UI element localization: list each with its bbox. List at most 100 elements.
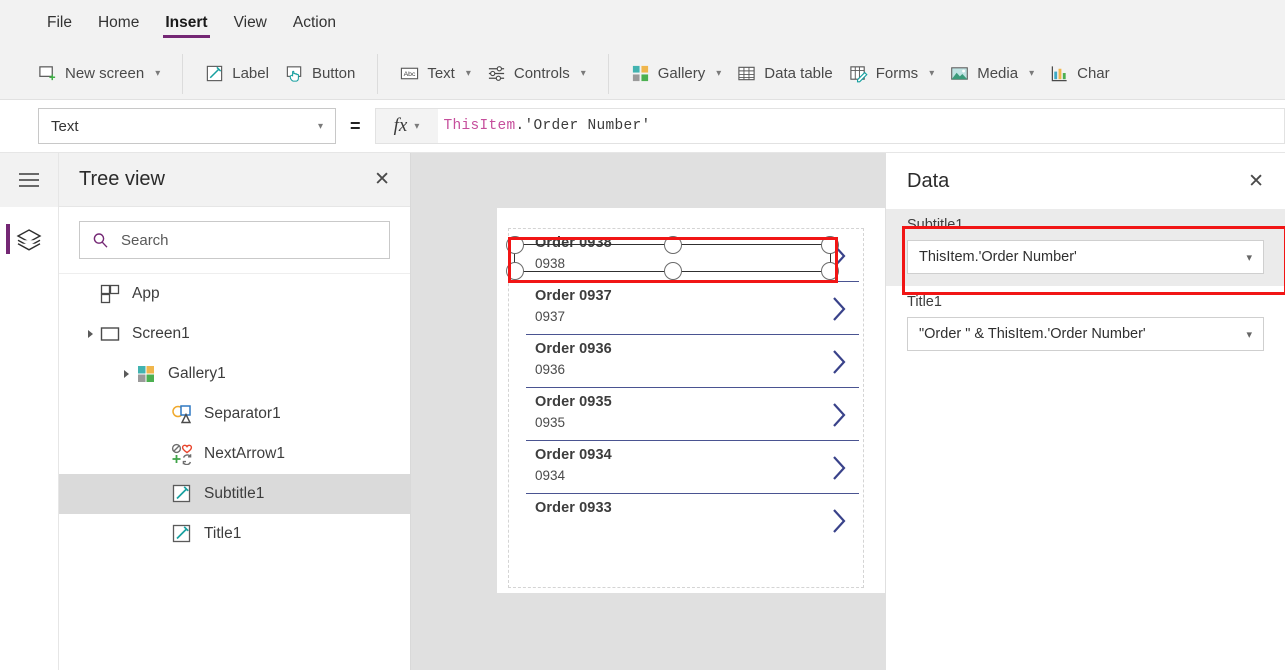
close-icon[interactable]: ✕ [374,170,390,189]
gallery-item-title: Order 0935 [535,394,863,410]
search-input[interactable]: Search [79,221,390,259]
controls-button[interactable]: Controls ▾ [479,59,594,88]
new-screen-button[interactable]: New screen ▾ [30,59,168,88]
gallery-item-title: Order 0934 [535,447,863,463]
fx-button[interactable]: fx ▾ [375,108,438,144]
chevron-down-icon: ▾ [1246,251,1252,264]
resize-handle-bottom-left[interactable] [506,262,524,280]
resize-handle-top-right[interactable] [821,236,839,254]
tree-node-title1[interactable]: Title1 [59,514,410,554]
menu-item-action[interactable]: Action [280,0,349,39]
label-button[interactable]: Label [197,59,277,88]
gallery-label: Gallery [658,65,706,82]
data-field-select[interactable]: "Order " & ThisItem.'Order Number' ▾ [907,317,1264,351]
forms-icon [849,64,868,83]
twisty-expanded-icon[interactable] [117,370,135,378]
data-field-title1: Title1 "Order " & ThisItem.'Order Number… [886,286,1285,363]
tree-node-screen1[interactable]: Screen1 [59,314,410,354]
next-arrow-icon[interactable] [831,455,848,481]
menu-item-home[interactable]: Home [85,0,152,39]
search-placeholder: Search [121,232,169,249]
data-table-label: Data table [764,65,832,82]
text-button[interactable]: Abc Text ▾ [392,59,479,88]
data-field-value: ThisItem.'Order Number' [919,249,1077,265]
fx-icon: fx [394,115,408,137]
next-arrow-icon[interactable] [831,402,848,428]
gallery-item-title: Order 0937 [535,288,863,304]
charts-icon [1050,64,1069,83]
media-button[interactable]: Media ▾ [942,59,1042,88]
gallery-item[interactable]: Order 0937 0937 [509,282,863,334]
chevron-down-icon: ▾ [155,68,160,79]
tree-node-nextarrow1[interactable]: NextArrow1 [59,434,410,474]
charts-button[interactable]: Char [1042,59,1118,88]
gallery-item[interactable]: Order 0934 0934 [509,441,863,493]
gallery-button[interactable]: Gallery ▾ [623,59,730,88]
button-button[interactable]: Button [277,59,363,88]
chevron-down-icon: ▾ [716,68,721,79]
shapes-icon [171,403,193,425]
tree-node-app[interactable]: App [59,274,410,314]
menu-item-file[interactable]: File [34,0,85,39]
close-icon[interactable]: ✕ [1248,172,1264,191]
data-field-label: Subtitle1 [907,217,1264,233]
resize-handle-top-center[interactable] [664,236,682,254]
tree-node-separator1[interactable]: Separator1 [59,394,410,434]
chevron-down-icon: ▾ [414,121,419,132]
app-screen[interactable]: Order 0938 0938 Order 0937 0937 Or [497,208,885,593]
gallery-item-title: Order 0936 [535,341,863,357]
data-field-select[interactable]: ThisItem.'Order Number' ▾ [907,240,1264,274]
gallery-item[interactable]: Order 0933 [509,494,863,546]
ribbon-group-data: Gallery ▾ Data table Forms ▾ [609,54,1132,94]
chevron-down-icon: ▾ [1246,328,1252,341]
next-arrow-icon[interactable] [831,508,848,534]
label-tree-icon [171,483,193,505]
canvas-area[interactable]: Order 0938 0938 Order 0937 0937 Or [411,153,885,670]
property-select-value: Text [51,118,79,135]
equals-sign: = [350,116,361,137]
controls-icon [487,64,506,83]
control-selection-box [514,244,831,272]
svg-text:Abc: Abc [404,71,416,78]
tree-node-subtitle1[interactable]: Subtitle1 [59,474,410,514]
label-icon [205,64,224,83]
data-table-button[interactable]: Data table [729,59,840,88]
tree-node-label: Title1 [204,525,241,543]
twisty-expanded-icon[interactable] [81,330,99,338]
controls-label: Controls [514,65,570,82]
tree-node-list: App Screen1 Gallery1 [59,274,410,554]
resize-handle-top-left[interactable] [506,236,524,254]
property-select[interactable]: Text ▾ [38,108,336,144]
new-screen-label: New screen [65,65,144,82]
ribbon-toolbar: New screen ▾ Label Button [0,48,1285,100]
formula-input[interactable]: ThisItem.'Order Number' [438,108,1285,144]
forms-button[interactable]: Forms ▾ [841,59,943,88]
tree-node-label: NextArrow1 [204,445,285,463]
hamburger-menu-button[interactable] [0,153,58,207]
rail-item-tree-view[interactable] [0,207,58,271]
tree-node-label: Screen1 [132,325,190,343]
menu-item-view[interactable]: View [221,0,280,39]
tree-node-gallery1[interactable]: Gallery1 [59,354,410,394]
next-arrow-icon[interactable] [831,296,848,322]
gallery-item-subtitle: 0934 [535,468,863,483]
data-panel-header: Data ✕ [886,153,1285,209]
button-icon [285,64,304,83]
formula-bar: Text ▾ = fx ▾ ThisItem.'Order Number' [0,100,1285,153]
resize-handle-bottom-center[interactable] [664,262,682,280]
chevron-down-icon: ▾ [318,121,323,132]
text-icon: Abc [400,64,419,83]
tree-node-label: Subtitle1 [204,485,264,503]
chevron-down-icon: ▾ [1029,68,1034,79]
data-table-icon [737,64,756,83]
tree-search-wrap: Search [59,207,410,274]
next-arrow-icon[interactable] [831,349,848,375]
power-apps-studio: File Home Insert View Action New screen … [0,0,1285,670]
resize-handle-bottom-right[interactable] [821,262,839,280]
data-field-value: "Order " & ThisItem.'Order Number' [919,326,1146,342]
gallery-control[interactable]: Order 0938 0938 Order 0937 0937 Or [508,228,864,588]
gallery-item[interactable]: Order 0935 0935 [509,388,863,440]
gallery-item[interactable]: Order 0936 0936 [509,335,863,387]
menu-item-insert[interactable]: Insert [152,0,220,39]
data-field-label: Title1 [907,294,1264,310]
